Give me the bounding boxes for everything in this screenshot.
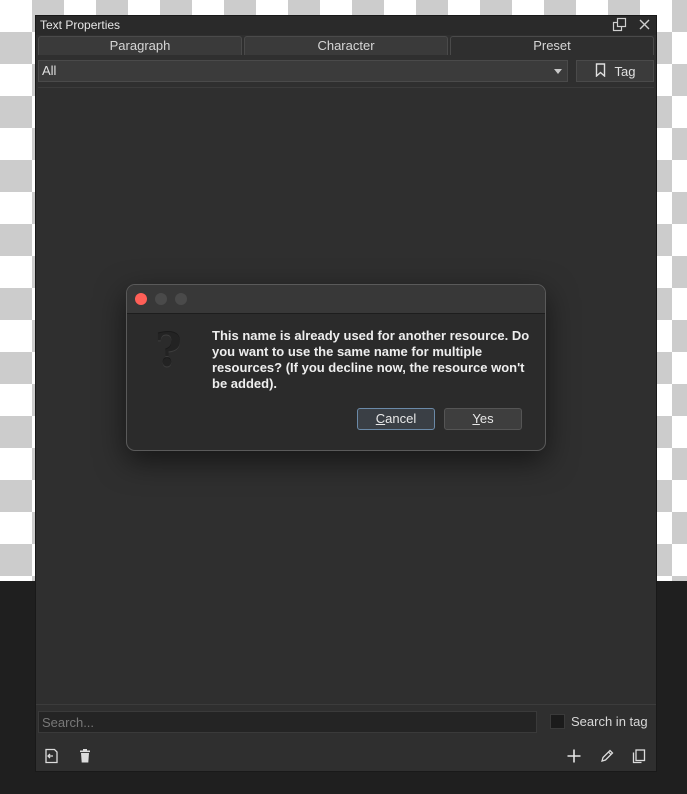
- close-icon[interactable]: [637, 17, 652, 32]
- trash-icon[interactable]: [76, 747, 94, 765]
- name-conflict-dialog: ? This name is already used for another …: [126, 284, 546, 451]
- tab-paragraph[interactable]: Paragraph: [38, 36, 242, 55]
- tag-filter-value: All: [42, 63, 57, 78]
- search-in-tag-checkbox[interactable]: [550, 714, 565, 729]
- filter-row: All Tag: [38, 60, 654, 82]
- yes-mnemonic: Y: [472, 411, 480, 426]
- cancel-mnemonic: C: [375, 411, 386, 426]
- tab-preset[interactable]: Preset: [450, 36, 654, 55]
- import-icon[interactable]: [42, 747, 60, 765]
- tab-character[interactable]: Character: [244, 36, 448, 55]
- cancel-label-rest: ancel: [385, 411, 417, 426]
- edit-pencil-icon[interactable]: [598, 747, 616, 765]
- panel-tabs: Paragraph Character Preset: [38, 36, 654, 55]
- search-in-tag-option[interactable]: Search in tag: [550, 714, 648, 729]
- zoom-traffic-light[interactable]: [175, 293, 187, 305]
- bookmark-icon: [595, 62, 606, 80]
- chevron-down-icon: [554, 69, 562, 74]
- divider: [36, 704, 656, 705]
- dialog-titlebar: [127, 285, 545, 314]
- panel-titlebar: Text Properties: [36, 16, 656, 35]
- question-mark-icon: ?: [155, 323, 182, 377]
- cancel-button[interactable]: Cancel: [357, 408, 435, 430]
- minimize-traffic-light[interactable]: [155, 293, 167, 305]
- dialog-message: This name is already used for another re…: [212, 328, 530, 391]
- tag-button[interactable]: Tag: [576, 60, 654, 82]
- search-input[interactable]: [38, 711, 537, 733]
- yes-label-rest: es: [479, 411, 494, 426]
- search-in-tag-label: Search in tag: [571, 714, 648, 729]
- duplicate-icon[interactable]: [630, 747, 648, 765]
- add-icon[interactable]: [565, 747, 583, 765]
- yes-button[interactable]: Yes: [444, 408, 522, 430]
- tag-button-label: Tag: [614, 63, 636, 79]
- float-window-icon[interactable]: [612, 17, 627, 32]
- tag-filter-select[interactable]: All: [38, 60, 568, 82]
- panel-title: Text Properties: [40, 18, 121, 32]
- close-traffic-light[interactable]: [135, 293, 147, 305]
